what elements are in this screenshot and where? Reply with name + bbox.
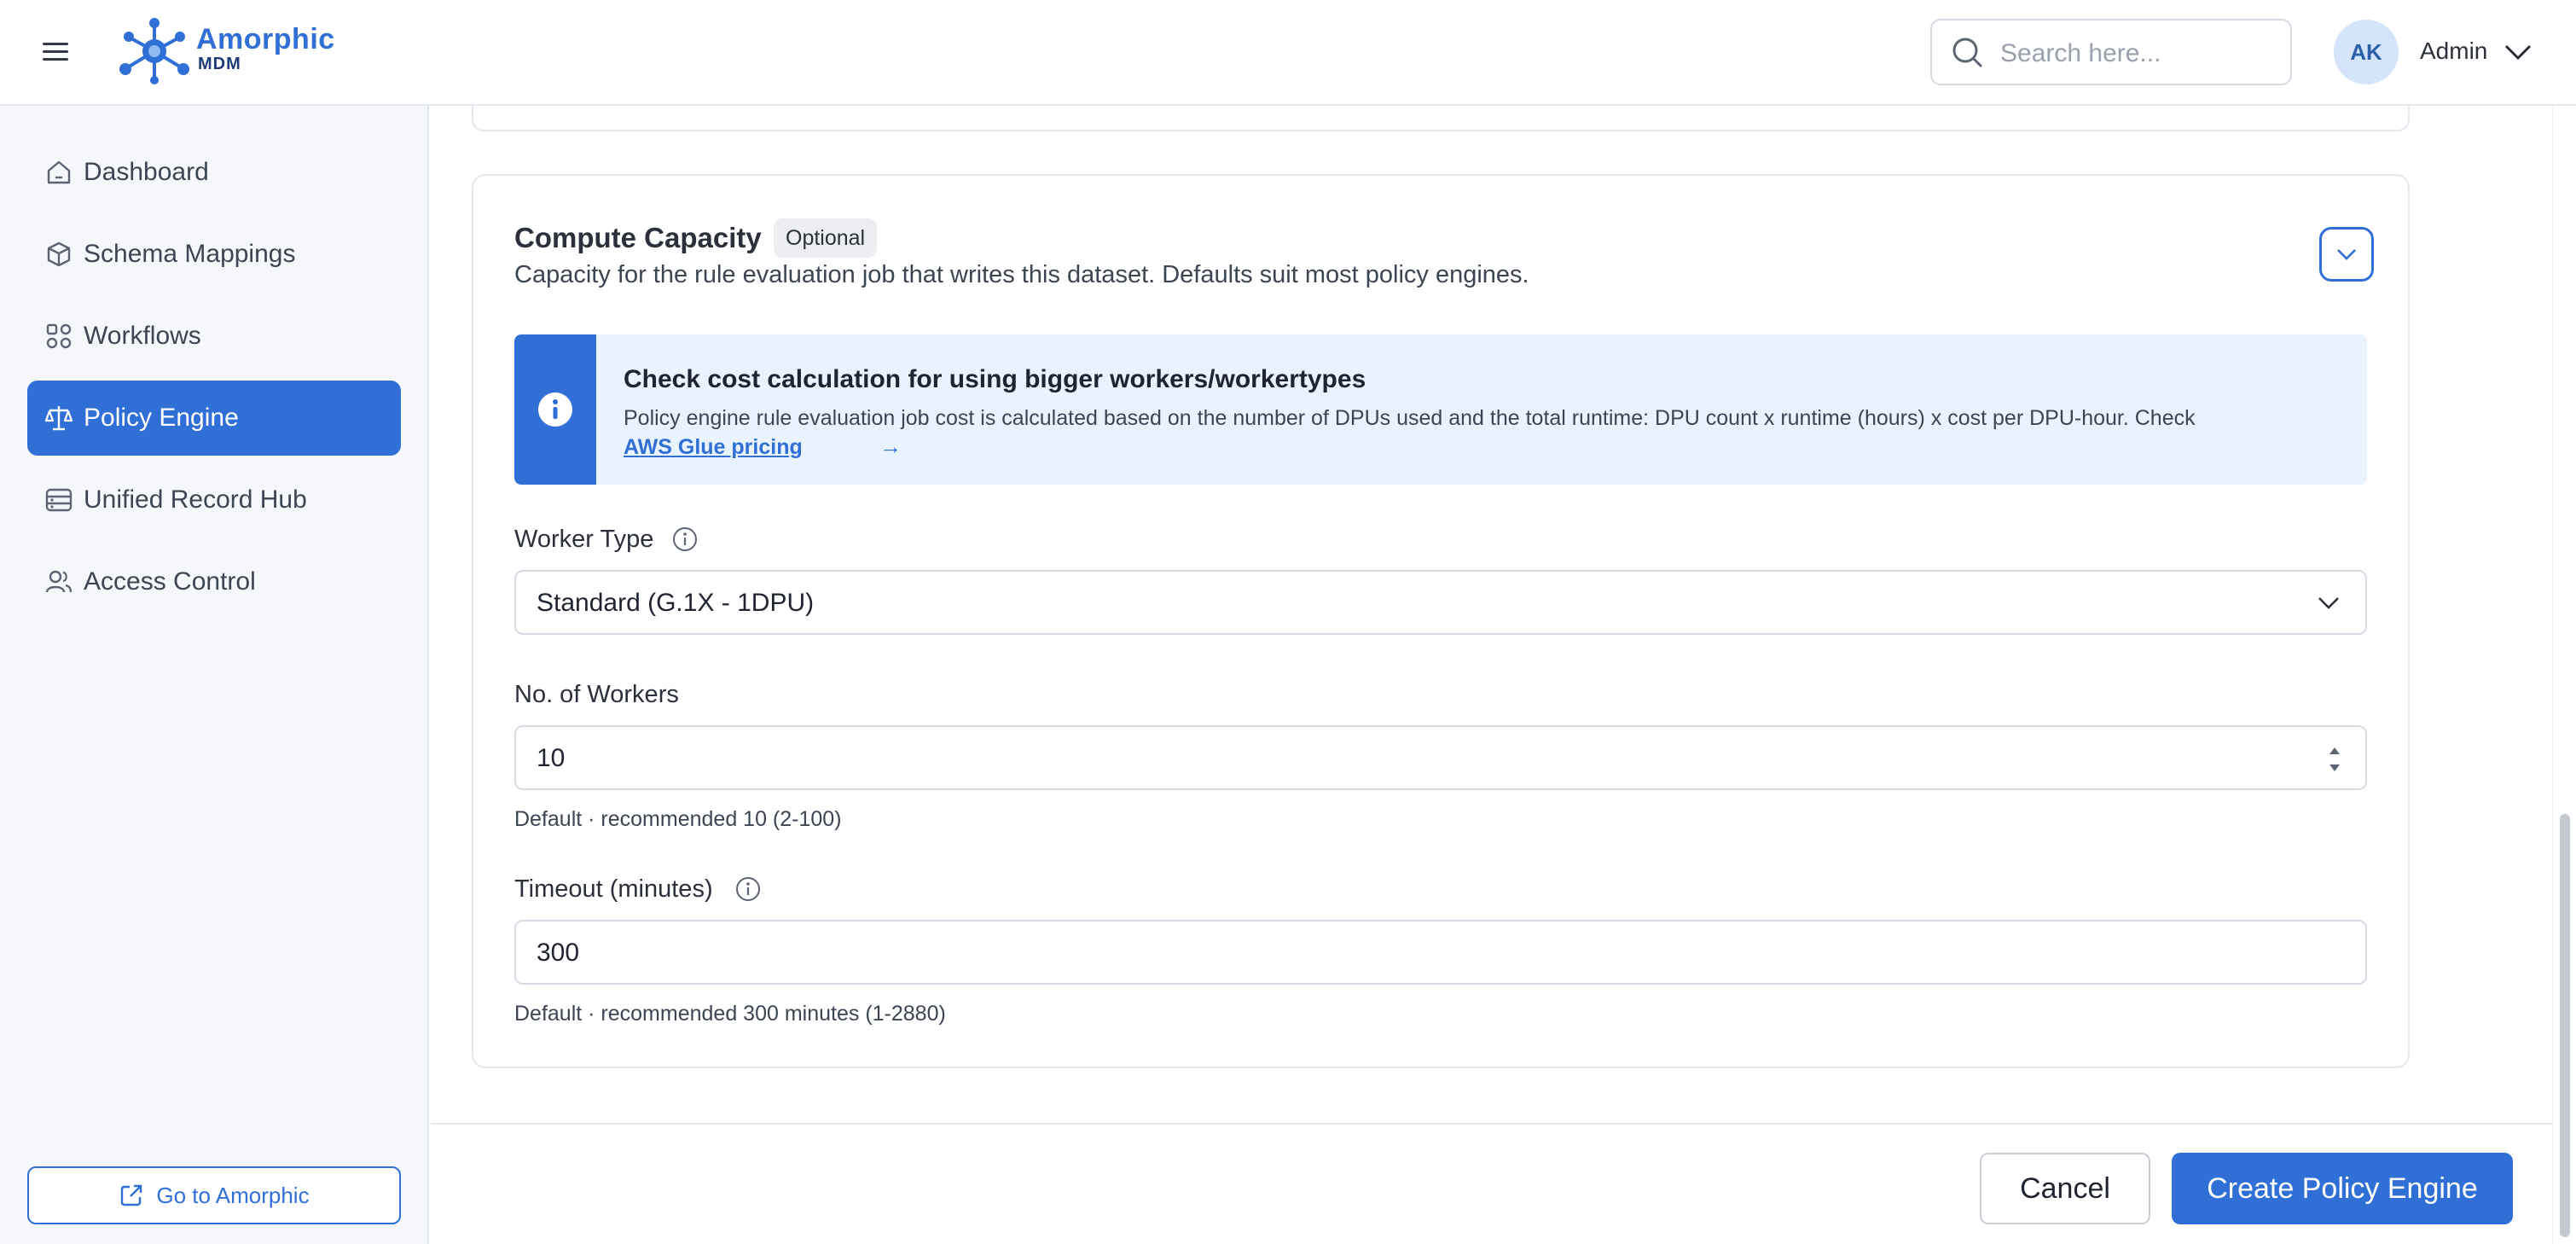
sidebar-item-label: Unified Record Hub (84, 485, 307, 514)
form-footer: Cancel Create Policy Engine (431, 1123, 2552, 1244)
worker-type-label: Worker Type (514, 526, 654, 553)
user-name[interactable]: Admin (2420, 38, 2487, 65)
cancel-button[interactable]: Cancel (1980, 1153, 2150, 1224)
logo-subtitle: MDM (198, 55, 241, 73)
num-workers-label: No. of Workers (514, 681, 679, 708)
info-title: Check cost calculation for using bigger … (624, 365, 1366, 393)
external-link-icon (121, 1184, 142, 1206)
go-to-amorphic-button[interactable]: Go to Amorphic (27, 1166, 401, 1224)
search-placeholder: Search here... (2000, 39, 2161, 67)
arrow-right-icon: → (879, 433, 902, 459)
optional-badge: Optional (774, 218, 878, 258)
workflow-icon (46, 323, 72, 349)
number-stepper-icon[interactable] (2326, 742, 2343, 776)
main-content: Compute Capacity Optional Capacity for t… (431, 106, 2552, 1244)
worker-type-select[interactable]: Standard (G.1X - 1DPU) (514, 570, 2367, 635)
chevron-down-icon (2337, 249, 2356, 260)
sidebar-item-label: Schema Mappings (84, 240, 296, 268)
sidebar-item-workflows[interactable]: Workflows (27, 299, 401, 374)
info-icon (538, 392, 572, 427)
sidebar-item-access-control[interactable]: Access Control (27, 544, 401, 619)
timeout-label: Timeout (minutes) (514, 875, 713, 903)
cube-icon (47, 241, 71, 267)
logo[interactable]: Amorphic MDM (196, 24, 335, 73)
menu-icon[interactable] (38, 38, 75, 68)
timeout-input[interactable]: 300 (514, 920, 2367, 985)
section-title: Compute Capacity (514, 222, 762, 253)
database-icon (45, 488, 73, 512)
previous-section-card (472, 106, 2410, 131)
timeout-value: 300 (537, 939, 580, 967)
sidebar-item-label: Workflows (84, 322, 201, 350)
collapse-section-button[interactable] (2319, 227, 2374, 282)
scrollbar[interactable] (2552, 106, 2576, 1244)
sidebar-item-label: Policy Engine (84, 404, 239, 432)
worker-type-value: Standard (G.1X - 1DPU) (537, 589, 815, 617)
avatar[interactable]: AK (2334, 20, 2399, 84)
compute-capacity-card: Compute Capacity Optional Capacity for t… (472, 174, 2410, 1068)
top-header: Amorphic MDM Search here... AK Admin (0, 0, 2576, 106)
sidebar-item-dashboard[interactable]: Dashboard (27, 135, 401, 210)
home-icon (47, 160, 71, 184)
scrollbar-thumb[interactable] (2560, 814, 2570, 1237)
create-policy-engine-button[interactable]: Create Policy Engine (2172, 1153, 2513, 1224)
logo-title: Amorphic (196, 23, 335, 55)
chevron-down-icon[interactable] (2503, 38, 2533, 65)
sidebar-item-unified-record-hub[interactable]: Unified Record Hub (27, 462, 401, 538)
sidebar-item-label: Access Control (84, 567, 256, 596)
cost-info-banner: Check cost calculation for using bigger … (514, 334, 2367, 485)
info-body: Policy engine rule evaluation job cost i… (624, 406, 2196, 430)
num-workers-help: Default · recommended 10 (2-100) (514, 807, 842, 831)
sidebar-item-label: Dashboard (84, 158, 209, 186)
info-tooltip-icon[interactable] (734, 875, 762, 903)
num-workers-value: 10 (537, 744, 566, 772)
chevron-down-icon (2318, 597, 2339, 609)
sidebar-item-policy-engine[interactable]: Policy Engine (27, 381, 401, 456)
sidebar-item-schema-mappings[interactable]: Schema Mappings (27, 217, 401, 292)
scale-icon (44, 406, 73, 431)
search-input[interactable]: Search here... (1930, 19, 2292, 85)
logo-icon (119, 18, 189, 84)
users-icon (45, 570, 73, 593)
aws-glue-pricing-link[interactable]: AWS Glue pricing (624, 435, 803, 460)
info-tooltip-icon[interactable] (671, 526, 699, 553)
search-icon (1952, 38, 1982, 67)
sidebar: Dashboard Schema Mappings Workflows Poli… (0, 106, 429, 1244)
go-to-amorphic-label: Go to Amorphic (156, 1182, 310, 1208)
section-description: Capacity for the rule evaluation job tha… (514, 261, 1529, 288)
info-icon-bar (514, 334, 596, 485)
num-workers-input[interactable]: 10 (514, 725, 2367, 790)
timeout-help: Default · recommended 300 minutes (1-288… (514, 1002, 946, 1026)
